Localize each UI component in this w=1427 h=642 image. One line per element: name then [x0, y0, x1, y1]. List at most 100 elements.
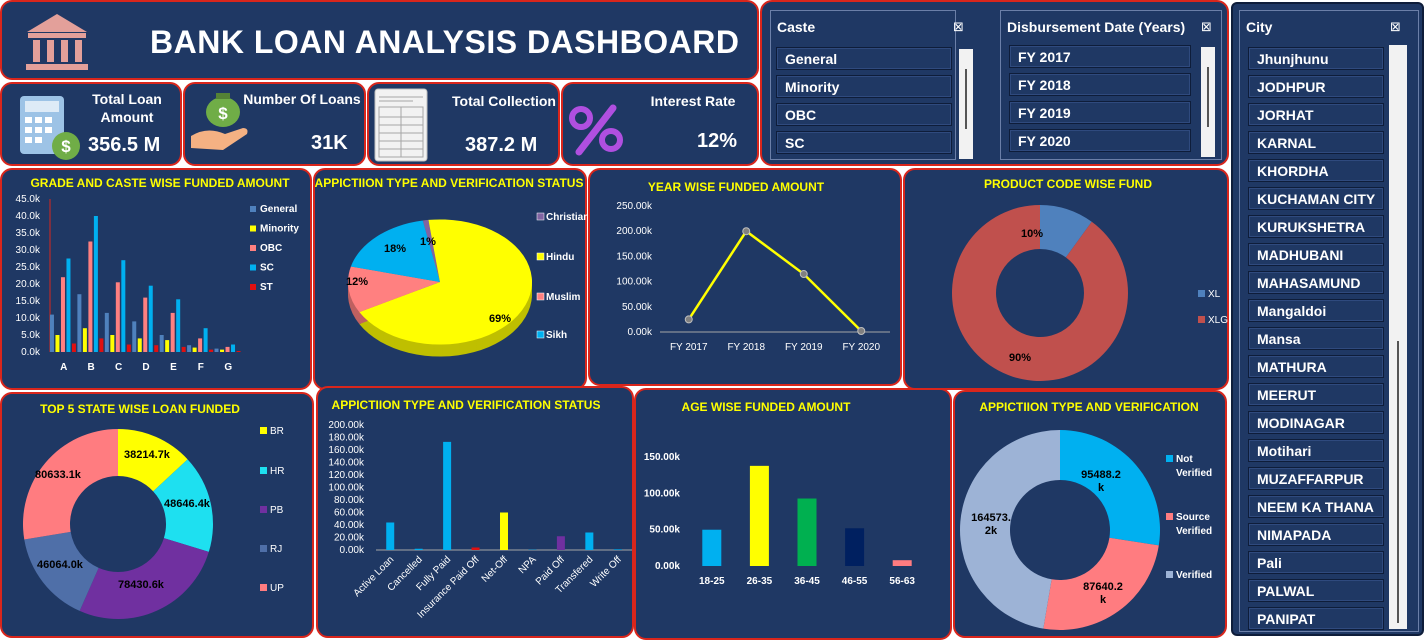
legend-label: XL — [1208, 289, 1221, 300]
state-donut-panel: TOP 5 STATE WISE LOAN FUNDED 38214.7k 4864… — [0, 392, 314, 638]
slicer-item[interactable]: SC — [776, 131, 952, 154]
kpi-number-of-loans: $ Number Of Loans 31K — [183, 82, 366, 166]
slicers-panel: Caste ⊠ General Minority OBC SC Disbursemen… — [760, 0, 1229, 166]
data-label: k — [1100, 594, 1107, 606]
slicer-item[interactable]: Mangaldoi — [1248, 299, 1384, 322]
bar — [198, 338, 203, 352]
bar — [137, 338, 142, 352]
bar — [49, 314, 54, 352]
slicer-item[interactable]: MADHUBANI — [1248, 243, 1384, 266]
legend-label: Christian — [546, 212, 589, 223]
slicer-item[interactable]: FY 2018 — [1009, 73, 1191, 96]
data-label: 80633.1k — [35, 469, 82, 481]
bar — [148, 285, 153, 352]
state-donut-chart: TOP 5 STATE WISE LOAN FUNDED 38214.7k 4864… — [22, 402, 284, 619]
x-tick-label: 18-25 — [699, 576, 725, 587]
slicer-item[interactable]: KHORDHA — [1248, 159, 1384, 182]
x-tick-label: A — [60, 362, 67, 373]
city-slicer-title: City — [1246, 19, 1273, 35]
city-scrollbar[interactable] — [1389, 45, 1407, 629]
clear-filter-icon[interactable]: ⊠ — [953, 19, 964, 35]
bar — [892, 560, 912, 566]
legend-label: Sikh — [546, 330, 567, 341]
age-bar-panel: AGE WISE FUNDED AMOUNT 0.00k 50.00k 100.00k… — [634, 388, 952, 640]
y-tick-label: 25.0k — [16, 262, 41, 273]
legend-label: OBC — [260, 243, 282, 254]
slicer-item[interactable]: PANIPAT — [1248, 607, 1384, 630]
legend-label: UP — [270, 583, 284, 594]
legend-label: Muslim — [546, 292, 581, 303]
y-tick-label: 30.0k — [16, 245, 41, 256]
kpi-label: Interest Rate — [650, 93, 736, 109]
slicer-item[interactable]: JODHPUR — [1248, 75, 1384, 98]
status-bar-panel: APPICTIION TYPE AND VERIFICATION STATUS 0… — [316, 386, 634, 638]
slicer-item[interactable]: Motihari — [1248, 439, 1384, 462]
slicer-item[interactable]: Pali — [1248, 551, 1384, 574]
caste-slicer-title: Caste — [777, 19, 816, 35]
slicer-item[interactable]: PALWAL — [1248, 579, 1384, 602]
legend-label: ST — [260, 282, 273, 293]
chart-title: APPICTIION TYPE AND VERIFICATION STATUS — [332, 398, 601, 412]
grade-caste-panel: GRADE AND CASTE WISE FUNDED AMOUNT 0.0k 5.… — [0, 168, 312, 390]
y-tick-label: 50.00k — [622, 302, 653, 313]
slicer-item[interactable]: NEEM KA THANA — [1248, 495, 1384, 518]
slicer-item[interactable]: FY 2020 — [1009, 129, 1191, 152]
bar — [170, 312, 175, 352]
religion-pie-panel: APPICTIION TYPE AND VERIFICATION STATUS 1… — [313, 168, 589, 390]
slicer-item[interactable]: KARNAL — [1248, 131, 1384, 154]
data-label: 1% — [420, 236, 436, 248]
bar — [225, 346, 230, 352]
y-tick-label: 0.00k — [340, 545, 365, 556]
bar — [613, 549, 622, 550]
slicer-item[interactable]: JORHAT — [1248, 103, 1384, 126]
slicer-item[interactable]: FY 2019 — [1009, 101, 1191, 124]
legend-label: Verified — [1176, 468, 1212, 479]
bar — [386, 522, 395, 550]
legend-label: BR — [270, 426, 284, 437]
slicer-item[interactable]: Jhunjhunu — [1248, 47, 1384, 70]
slicer-item[interactable]: Mansa — [1248, 327, 1384, 350]
y-tick-label: 20.0k — [16, 279, 41, 290]
slicer-item[interactable]: MATHURA — [1248, 355, 1384, 378]
legend-swatch — [1198, 290, 1205, 297]
clear-filter-icon[interactable]: ⊠ — [1390, 19, 1401, 35]
slicer-item[interactable]: OBC — [776, 103, 952, 126]
chart-title: APPICTIION TYPE AND VERIFICATION — [979, 400, 1198, 414]
x-tick-label: 56-63 — [889, 576, 915, 587]
legend-label: Minority — [260, 224, 299, 235]
slicer-item[interactable]: MODINAGAR — [1248, 411, 1384, 434]
slicer-item[interactable]: FY 2017 — [1009, 45, 1191, 68]
product-donut-chart: PRODUCT CODE WISE FUND 10% 90% XL XLG — [952, 177, 1228, 381]
data-point — [857, 326, 866, 335]
y-tick-label: 80.00k — [334, 495, 365, 506]
y-tick-label: 200.00k — [616, 226, 653, 237]
clear-filter-icon[interactable]: ⊠ — [1201, 19, 1212, 35]
grade-caste-chart: GRADE AND CASTE WISE FUNDED AMOUNT 0.0k 5.… — [16, 176, 300, 373]
kpi-value: 356.5 M — [88, 134, 161, 156]
legend-swatch — [1166, 455, 1173, 462]
years-scrollbar[interactable] — [1201, 47, 1215, 157]
bar — [500, 512, 508, 550]
slicer-item[interactable]: NIMAPADA — [1248, 523, 1384, 546]
kpi-label: Total Collection — [452, 93, 556, 109]
slicer-item[interactable]: MUZAFFARPUR — [1248, 467, 1384, 490]
legend-label: RJ — [270, 544, 282, 555]
slicer-item[interactable]: Minority — [776, 75, 952, 98]
status-bar-chart: APPICTIION TYPE AND VERIFICATION STATUS 0… — [328, 398, 632, 621]
y-tick-label: 0.0k — [21, 347, 41, 358]
bar — [443, 441, 452, 550]
bar — [181, 346, 186, 352]
slicer-item[interactable]: General — [776, 47, 952, 70]
slicer-item[interactable]: KUCHAMAN CITY — [1248, 187, 1384, 210]
y-tick-label: 250.00k — [616, 201, 653, 212]
legend-swatch — [536, 292, 545, 301]
slicer-item[interactable]: KURUKSHETRA — [1248, 215, 1384, 238]
bar — [176, 299, 181, 352]
bar — [187, 345, 192, 352]
slicer-item[interactable]: MEERUT — [1248, 383, 1384, 406]
bar — [60, 277, 65, 352]
data-label: 10% — [1021, 228, 1043, 240]
caste-scrollbar[interactable] — [959, 49, 973, 159]
data-label: 2k — [985, 525, 998, 537]
slicer-item[interactable]: MAHASAMUND — [1248, 271, 1384, 294]
